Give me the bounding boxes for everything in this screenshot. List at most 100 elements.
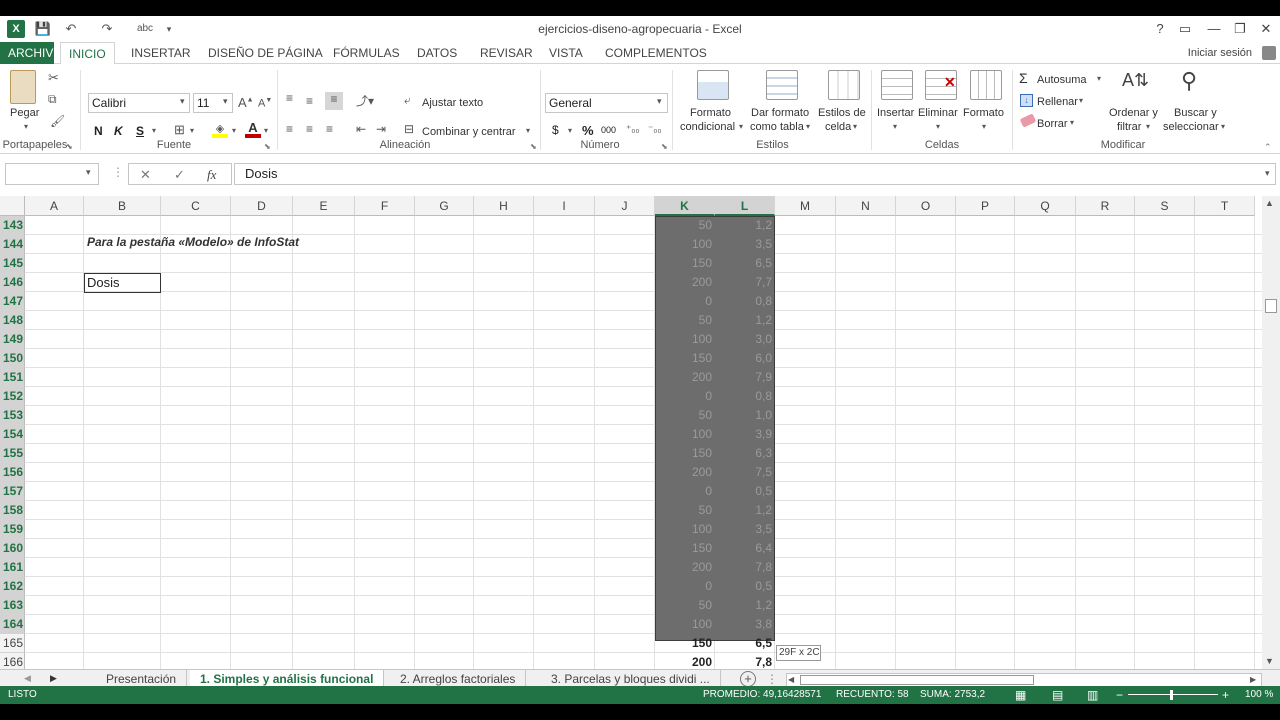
scroll-down-icon[interactable]: ▼ (1265, 656, 1274, 666)
bold-button[interactable]: N (94, 124, 103, 138)
orientation-icon[interactable]: ⤴▾ (356, 92, 374, 109)
name-box[interactable] (5, 163, 99, 185)
cell-l164[interactable]: 3,8 (715, 615, 775, 634)
sheet-next-icon[interactable]: ▶ (50, 673, 57, 684)
row-header[interactable]: 146 (0, 273, 25, 292)
sort-dropdown-icon[interactable]: ▾ (1146, 122, 1150, 131)
column-header-g[interactable]: G (415, 196, 474, 216)
row-header[interactable]: 165 (0, 634, 25, 653)
clipboard-launcher-icon[interactable]: ⬊ (66, 142, 73, 151)
align-left-icon[interactable]: ≡ (286, 122, 293, 136)
font-color-icon[interactable]: A (245, 120, 261, 138)
cell-k148[interactable]: 50 (655, 311, 715, 330)
merge-center-button[interactable]: Combinar y centrar (422, 125, 516, 139)
cell-k160[interactable]: 150 (655, 539, 715, 558)
borders-icon[interactable]: ⊞ (174, 122, 185, 138)
row-header[interactable]: 151 (0, 368, 25, 387)
row-header[interactable]: 144 (0, 235, 25, 254)
scroll-right-icon[interactable]: ▶ (1250, 675, 1256, 684)
insert-dropdown-icon[interactable]: ▾ (893, 122, 897, 131)
zoom-in-icon[interactable]: + (1222, 686, 1229, 704)
cell-k161[interactable]: 200 (655, 558, 715, 577)
column-header-r[interactable]: R (1076, 196, 1135, 216)
insert-function-icon[interactable]: fx (207, 167, 216, 183)
eraser-icon[interactable] (1019, 113, 1037, 128)
borders-dropdown-icon[interactable]: ▾ (190, 126, 194, 135)
cell-k151[interactable]: 200 (655, 368, 715, 387)
cell-k157[interactable]: 0 (655, 482, 715, 501)
column-header-l[interactable]: L (715, 196, 775, 216)
cell-l157[interactable]: 0,5 (715, 482, 775, 501)
help-icon[interactable]: ? (1150, 20, 1170, 38)
cell-k150[interactable]: 150 (655, 349, 715, 368)
font-size-dropdown-icon[interactable]: ▾ (223, 96, 228, 107)
wrap-text-icon[interactable]: ⤶ (404, 93, 411, 108)
zoom-slider-track[interactable] (1128, 694, 1218, 695)
cell-k154[interactable]: 100 (655, 425, 715, 444)
row-header[interactable]: 160 (0, 539, 25, 558)
row-header[interactable]: 163 (0, 596, 25, 615)
cell-l146[interactable]: 7,7 (715, 273, 775, 292)
zoom-slider-thumb[interactable] (1170, 690, 1173, 700)
row-header[interactable]: 145 (0, 254, 25, 273)
cut-icon[interactable]: ✂ (48, 70, 59, 86)
column-header-a[interactable]: A (25, 196, 84, 216)
column-header-h[interactable]: H (474, 196, 534, 216)
number-launcher-icon[interactable]: ⬊ (661, 142, 668, 151)
page-break-view-icon[interactable]: ▥ (1087, 686, 1098, 704)
decrease-decimal-icon[interactable]: ⁻₀₀ (648, 124, 662, 135)
row-header[interactable]: 156 (0, 463, 25, 482)
format-dropdown-icon[interactable]: ▾ (982, 122, 986, 131)
cell-l149[interactable]: 3,0 (715, 330, 775, 349)
select-all-button[interactable] (0, 196, 25, 216)
minimize-icon[interactable]: — (1204, 20, 1224, 38)
sort-filter-label-2[interactable]: filtrar (1117, 120, 1141, 134)
insert-cells-icon[interactable] (881, 70, 913, 100)
thousands-button[interactable]: 000 (601, 125, 616, 135)
note-cell-b144[interactable]: Para la pestaña «Modelo» de InfoStat (87, 235, 299, 249)
tab-archivo[interactable]: ARCHIVO (0, 42, 63, 64)
zoom-level[interactable]: 100 % (1245, 686, 1273, 704)
currency-dropdown-icon[interactable]: ▾ (568, 126, 572, 135)
font-launcher-icon[interactable]: ⬊ (264, 142, 271, 151)
cell-k159[interactable]: 100 (655, 520, 715, 539)
format-painter-icon[interactable]: 🖌 (50, 114, 65, 128)
row-header[interactable]: 155 (0, 444, 25, 463)
align-right-icon[interactable]: ≡ (326, 122, 333, 136)
tab-datos[interactable]: DATOS (409, 42, 465, 64)
align-bottom-icon[interactable]: ≡ (325, 92, 343, 110)
fill-color-dropdown-icon[interactable]: ▾ (232, 126, 236, 135)
font-name-dropdown-icon[interactable]: ▾ (180, 96, 185, 107)
format-cells-icon[interactable] (970, 70, 1002, 100)
format-as-table-label-2[interactable]: como tabla (750, 120, 804, 134)
font-color-dropdown-icon[interactable]: ▾ (264, 126, 268, 135)
column-header-m[interactable]: M (775, 196, 836, 216)
cell-styles-icon[interactable] (828, 70, 860, 100)
row-header[interactable]: 147 (0, 292, 25, 311)
tab-formulas[interactable]: FÓRMULAS (325, 42, 408, 64)
format-as-table-icon[interactable] (766, 70, 798, 100)
find-select-icon[interactable]: ⚲ (1181, 68, 1197, 94)
close-icon[interactable]: ✕ (1256, 20, 1276, 38)
column-header-f[interactable]: F (355, 196, 415, 216)
column-header-s[interactable]: S (1135, 196, 1195, 216)
percent-button[interactable]: % (582, 123, 594, 138)
cell-l161[interactable]: 7,8 (715, 558, 775, 577)
copy-icon[interactable]: ⧉ (48, 92, 57, 107)
font-name-select[interactable]: Calibri (88, 93, 190, 113)
column-header-k[interactable]: K (655, 196, 715, 216)
currency-button[interactable]: $ (552, 123, 559, 137)
formula-input[interactable]: Dosis (234, 163, 1276, 185)
signin-link[interactable]: Iniciar sesión (1188, 42, 1252, 64)
underline-button[interactable]: S (136, 124, 144, 138)
sort-filter-icon[interactable]: A⇅ (1122, 70, 1149, 91)
insert-cells-button[interactable]: Insertar (877, 106, 914, 120)
cell-l154[interactable]: 3,9 (715, 425, 775, 444)
active-cell-b146[interactable]: Dosis (84, 273, 161, 293)
format-as-table-dropdown-icon[interactable]: ▾ (806, 122, 810, 131)
paste-icon[interactable] (10, 70, 36, 104)
row-header[interactable]: 161 (0, 558, 25, 577)
cell-k163[interactable]: 50 (655, 596, 715, 615)
collapse-ribbon-icon[interactable]: ⌃ (1264, 142, 1272, 153)
vertical-scrollbar[interactable]: ▲ ▼ (1262, 196, 1280, 669)
